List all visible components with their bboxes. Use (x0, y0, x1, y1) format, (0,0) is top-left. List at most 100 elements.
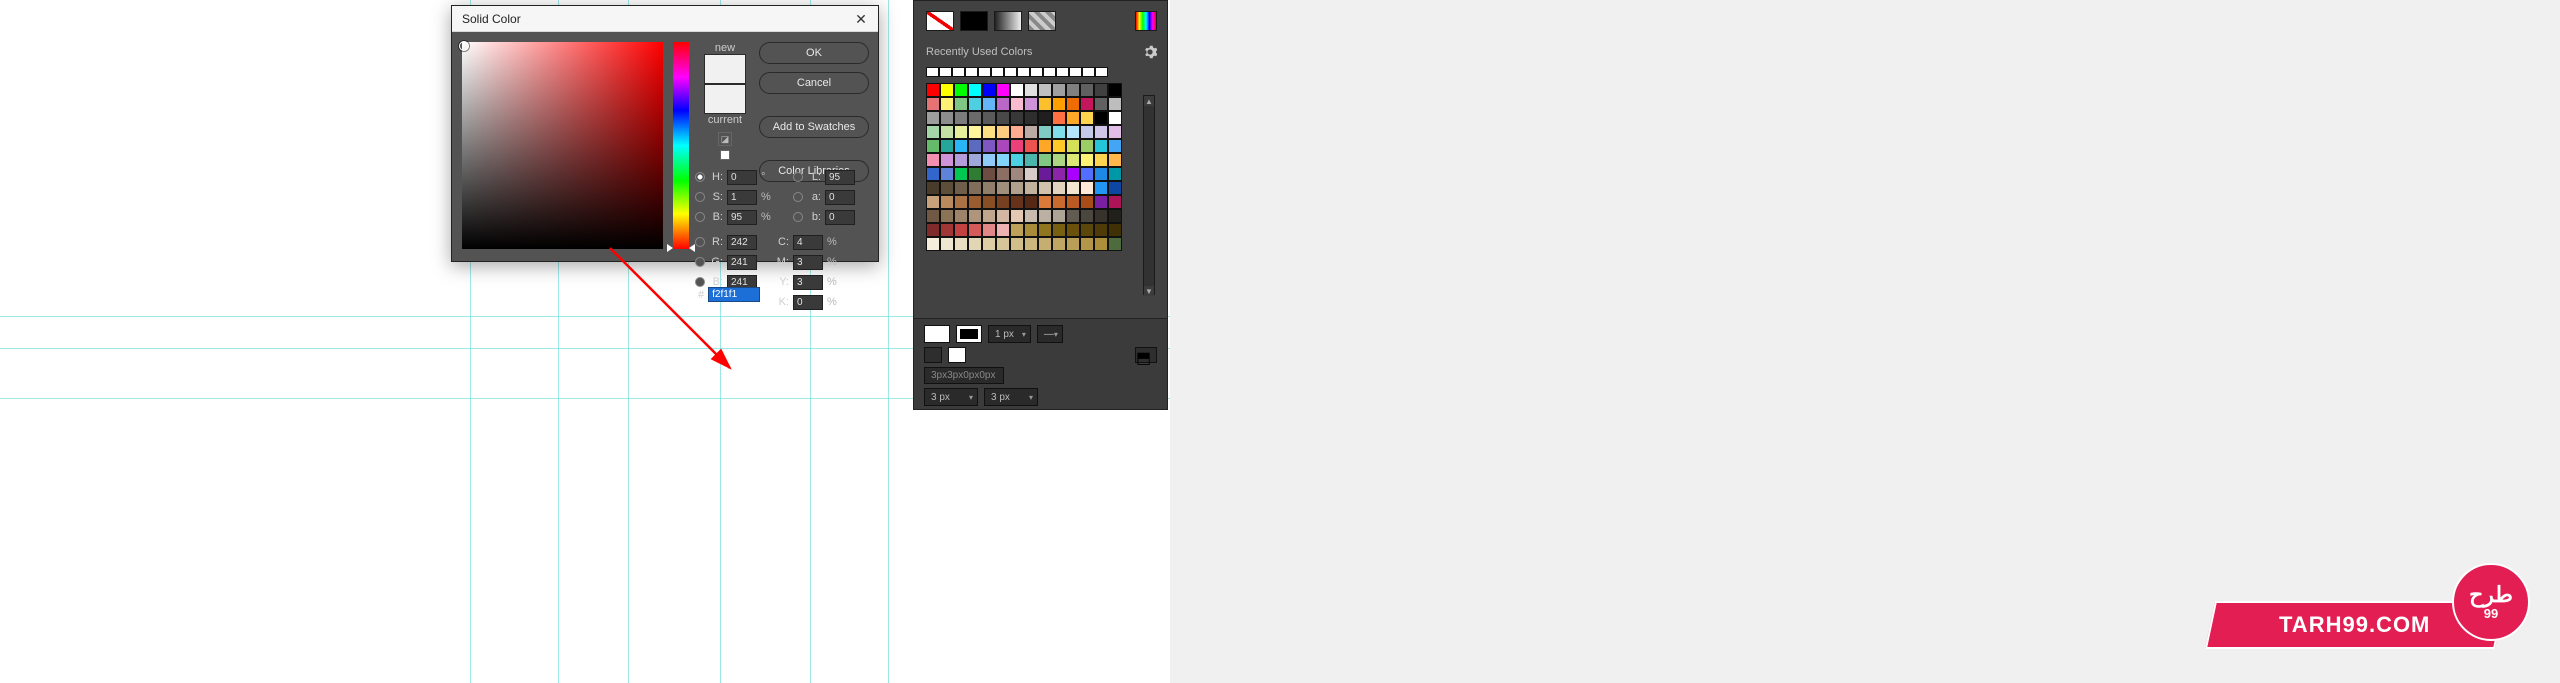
radio-h[interactable] (695, 172, 705, 182)
swatch[interactable] (1094, 111, 1108, 125)
swatch[interactable] (982, 97, 996, 111)
swatch[interactable] (996, 139, 1010, 153)
swatch[interactable] (982, 167, 996, 181)
inset-readout[interactable]: 3px3px0px0px (924, 367, 1004, 384)
swatch[interactable] (1024, 153, 1038, 167)
input-blab[interactable] (825, 210, 855, 225)
swatch[interactable] (1108, 139, 1122, 153)
swatch[interactable] (1052, 97, 1066, 111)
swatch[interactable] (1010, 237, 1024, 251)
swatch[interactable] (1024, 167, 1038, 181)
align-outside-button[interactable] (924, 347, 942, 363)
ok-button[interactable]: OK (759, 42, 869, 64)
swatch[interactable] (1066, 111, 1080, 125)
swatch[interactable] (1080, 153, 1094, 167)
swatch[interactable] (1080, 209, 1094, 223)
swatch[interactable] (978, 67, 991, 77)
swatch[interactable] (940, 111, 954, 125)
swatch[interactable] (1094, 209, 1108, 223)
swatch[interactable] (940, 83, 954, 97)
swatch[interactable] (1010, 139, 1024, 153)
scroll-down-icon[interactable]: ▼ (1144, 286, 1154, 296)
swatch[interactable] (1024, 209, 1038, 223)
swatch[interactable] (1108, 195, 1122, 209)
swatch[interactable] (996, 153, 1010, 167)
swatch[interactable] (1010, 111, 1024, 125)
input-r[interactable] (727, 235, 757, 250)
swatch[interactable] (968, 181, 982, 195)
input-bv[interactable] (727, 210, 757, 225)
swatch[interactable] (996, 111, 1010, 125)
swatch[interactable] (1038, 111, 1052, 125)
swatch[interactable] (1038, 153, 1052, 167)
swatch[interactable] (1108, 153, 1122, 167)
swatch[interactable] (1094, 195, 1108, 209)
swatch[interactable] (926, 181, 940, 195)
swatch[interactable] (940, 125, 954, 139)
swatch[interactable] (954, 209, 968, 223)
current-color-swatch[interactable] (704, 84, 746, 114)
swatch[interactable] (1094, 223, 1108, 237)
swatch[interactable] (1010, 223, 1024, 237)
swatch[interactable] (1066, 181, 1080, 195)
swatch[interactable] (968, 125, 982, 139)
swatch[interactable] (1052, 153, 1066, 167)
scroll-up-icon[interactable]: ▲ (1144, 96, 1154, 106)
swatch[interactable] (1066, 209, 1080, 223)
swatch[interactable] (1094, 139, 1108, 153)
swatch[interactable] (1094, 181, 1108, 195)
swatch[interactable] (954, 97, 968, 111)
swatch[interactable] (996, 83, 1010, 97)
swatch[interactable] (926, 209, 940, 223)
swatch[interactable] (926, 83, 940, 97)
input-s[interactable] (727, 190, 757, 205)
input-l[interactable] (825, 170, 855, 185)
fill-gradient-button[interactable] (994, 11, 1022, 31)
swatch[interactable] (982, 83, 996, 97)
swatch[interactable] (1010, 181, 1024, 195)
input-g[interactable] (727, 255, 757, 270)
fill-solid-button[interactable] (960, 11, 988, 31)
swatch[interactable] (1080, 195, 1094, 209)
swatch[interactable] (968, 83, 982, 97)
swatch[interactable] (968, 195, 982, 209)
swatch[interactable] (940, 195, 954, 209)
stroke-width-dropdown[interactable]: 1 px (988, 325, 1031, 343)
radio-s[interactable] (695, 192, 705, 202)
swatch[interactable] (982, 181, 996, 195)
stroke-style-dropdown[interactable]: — (1037, 325, 1063, 343)
swatch[interactable] (968, 209, 982, 223)
swatch[interactable] (954, 223, 968, 237)
input-c[interactable] (793, 235, 823, 250)
gear-icon[interactable] (1143, 45, 1157, 59)
swatch[interactable] (1024, 195, 1038, 209)
swatch[interactable] (1024, 237, 1038, 251)
swatch[interactable] (1080, 111, 1094, 125)
swatch[interactable] (1080, 139, 1094, 153)
swatch[interactable] (1038, 237, 1052, 251)
swatch[interactable] (968, 223, 982, 237)
saturation-value-picker[interactable] (462, 42, 663, 249)
swatch[interactable] (1080, 167, 1094, 181)
corner-left-input[interactable]: 3 px (924, 388, 978, 406)
swatch[interactable] (1108, 181, 1122, 195)
swatch[interactable] (1010, 153, 1024, 167)
swatch[interactable] (1024, 139, 1038, 153)
swatch[interactable] (1069, 67, 1082, 77)
swatch[interactable] (1024, 97, 1038, 111)
input-a[interactable] (825, 190, 855, 205)
swatch[interactable] (1038, 97, 1052, 111)
swatch[interactable] (1024, 181, 1038, 195)
swatch[interactable] (1052, 167, 1066, 181)
radio-bv[interactable] (695, 212, 705, 222)
swatch[interactable] (1108, 125, 1122, 139)
swatch[interactable] (968, 237, 982, 251)
swatch[interactable] (982, 237, 996, 251)
swatches-scrollbar[interactable]: ▲ ▼ (1143, 95, 1155, 295)
websafe-swatch[interactable] (720, 150, 730, 160)
input-h[interactable] (727, 170, 757, 185)
swatch[interactable] (1066, 167, 1080, 181)
swatch[interactable] (1052, 181, 1066, 195)
swatch[interactable] (1052, 237, 1066, 251)
swatch[interactable] (1038, 181, 1052, 195)
